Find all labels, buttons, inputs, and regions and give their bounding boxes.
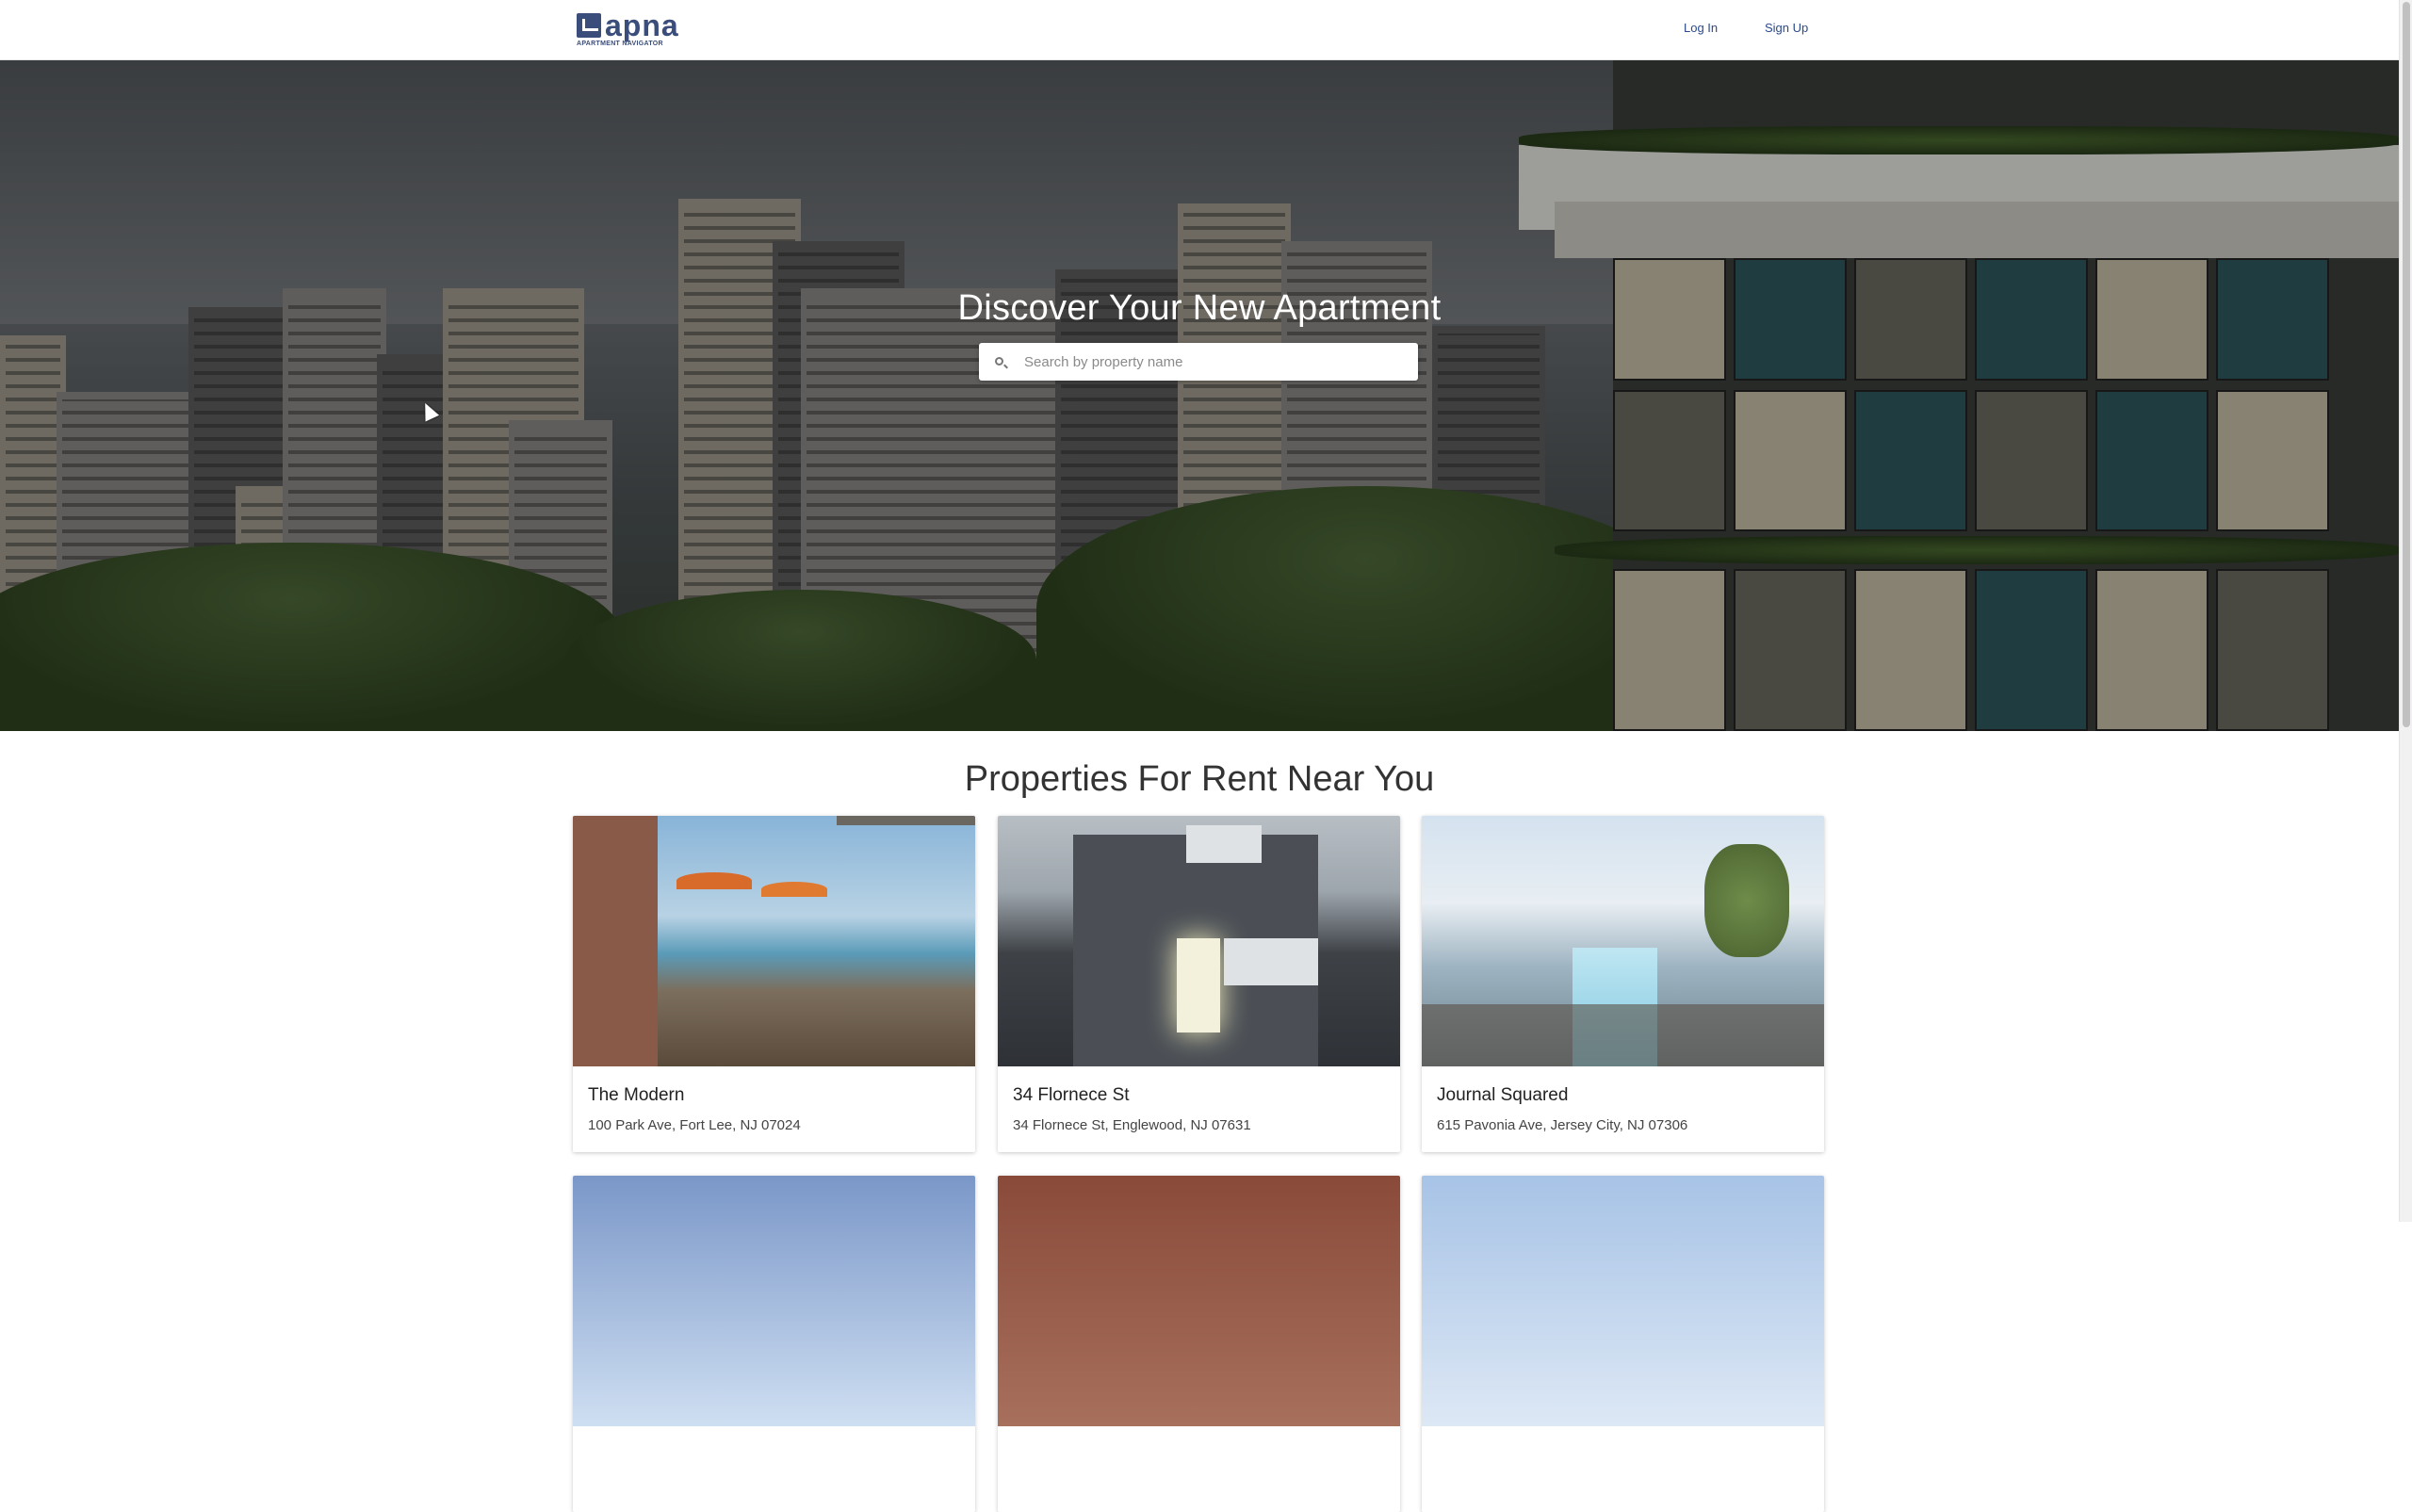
- photo-tree: [1704, 844, 1789, 957]
- login-link[interactable]: Log In: [1684, 21, 1718, 35]
- apna-logo[interactable]: apna APARTMENT NAVIGATOR: [577, 8, 680, 49]
- search-input[interactable]: [1024, 343, 1410, 381]
- logo-icon: [577, 13, 601, 38]
- photo-pergola: [837, 816, 975, 882]
- property-photo: [998, 816, 1400, 1066]
- property-card[interactable]: Journal Squared 615 Pavonia Ave, Jersey …: [1422, 816, 1824, 1152]
- property-card[interactable]: [998, 1176, 1400, 1512]
- hero-overlay: [0, 60, 2399, 731]
- photo-building: [573, 816, 658, 1066]
- property-search[interactable]: [979, 343, 1418, 381]
- property-photo: [998, 1176, 1400, 1426]
- property-photo: [1422, 816, 1824, 1066]
- photo-umbrella: [676, 872, 752, 889]
- logo-text: apna: [605, 8, 679, 42]
- property-photo: [1422, 1176, 1824, 1426]
- photo-umbrella: [761, 882, 827, 897]
- property-address: 100 Park Ave, Fort Lee, NJ 07024: [588, 1117, 801, 1133]
- property-address: 615 Pavonia Ave, Jersey City, NJ 07306: [1437, 1117, 1688, 1133]
- logo-subtitle: APARTMENT NAVIGATOR: [577, 41, 663, 47]
- hero-title: Discover Your New Apartment: [957, 288, 1442, 328]
- property-card[interactable]: [573, 1176, 975, 1512]
- property-name: Journal Squared: [1437, 1085, 1569, 1105]
- property-name: The Modern: [588, 1085, 685, 1105]
- top-navbar: apna APARTMENT NAVIGATOR Log In Sign Up: [0, 0, 2399, 60]
- photo-door: [1177, 938, 1220, 1032]
- property-address: 34 Flornece St, Englewood, NJ 07631: [1013, 1117, 1251, 1133]
- scrollbar-thumb[interactable]: [2403, 2, 2410, 727]
- property-name: 34 Flornece St: [1013, 1085, 1130, 1105]
- property-card[interactable]: 34 Flornece St 34 Flornece St, Englewood…: [998, 816, 1400, 1152]
- property-photo: [573, 1176, 975, 1426]
- hero-banner: [0, 60, 2399, 731]
- photo-window: [1224, 938, 1318, 985]
- page-scrollbar[interactable]: [2399, 0, 2412, 1222]
- property-card[interactable]: The Modern 100 Park Ave, Fort Lee, NJ 07…: [573, 816, 975, 1152]
- property-photo: [573, 816, 975, 1066]
- search-icon: [995, 357, 1003, 366]
- listings-title: Properties For Rent Near You: [964, 759, 1435, 799]
- signup-link[interactable]: Sign Up: [1765, 21, 1808, 35]
- photo-window: [1186, 825, 1262, 863]
- photo-deck: [1422, 1004, 1824, 1066]
- property-card[interactable]: [1422, 1176, 1824, 1512]
